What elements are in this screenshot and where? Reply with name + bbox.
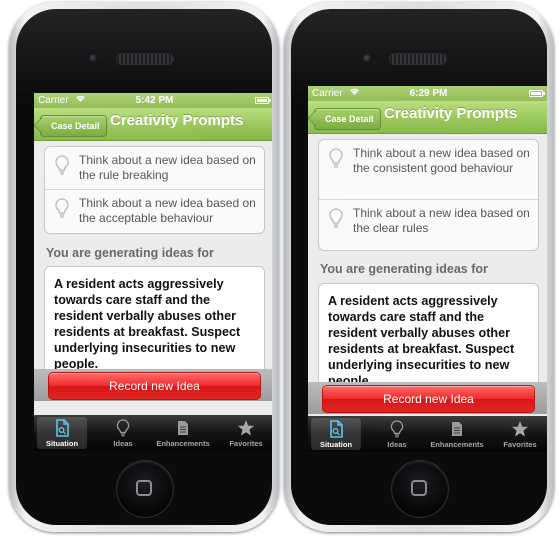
prompt-text: Think about a new idea based on the clea… <box>353 206 530 235</box>
page-title: Creativity Prompts <box>384 105 518 122</box>
prompt-list: Think about a new idea based on the cons… <box>318 139 539 251</box>
iphone-device-1: Carrier 5:42 PM Case Detail Creativity P… <box>9 2 279 532</box>
tab-situation[interactable]: Situation <box>311 418 361 450</box>
page-title: Creativity Prompts <box>110 112 244 129</box>
star-icon <box>511 420 529 438</box>
tab-label: Ideas <box>113 439 133 448</box>
home-button[interactable] <box>116 460 174 518</box>
tab-ideas[interactable]: Ideas <box>98 417 148 449</box>
status-time: 6:29 PM <box>409 88 448 99</box>
situation-description: A resident acts aggressively towards car… <box>44 266 265 386</box>
star-icon <box>237 419 255 437</box>
lightbulb-icon <box>55 198 69 220</box>
lightbulb-icon <box>114 419 132 437</box>
section-heading: You are generating ideas for <box>46 246 214 260</box>
tab-enhancements[interactable]: Enhancements <box>152 417 214 449</box>
tab-bar: Situation Ideas Enhancements Favorites <box>308 416 547 452</box>
phone-bezel: Carrier 5:42 PM Case Detail Creativity P… <box>16 9 272 525</box>
tab-label: Situation <box>319 440 353 449</box>
situation-description: A resident acts aggressively towards car… <box>318 283 539 393</box>
navigation-bar: Case Detail Creativity Prompts <box>34 108 272 141</box>
section-heading: You are generating ideas for <box>320 262 488 276</box>
back-button[interactable]: Case Detail <box>314 108 381 130</box>
front-camera <box>363 54 372 63</box>
back-button-label: Case Detail <box>325 114 374 124</box>
tab-label: Favorites <box>503 440 537 449</box>
tab-label: Situation <box>45 439 79 448</box>
tab-situation[interactable]: Situation <box>37 417 87 449</box>
home-square-icon <box>411 480 427 496</box>
prompt-text: Think about a new idea based on the cons… <box>353 146 530 175</box>
tab-label: Enhancements <box>156 439 210 448</box>
tab-enhancements[interactable]: Enhancements <box>426 418 488 450</box>
battery-icon <box>529 90 545 97</box>
prompt-item[interactable]: Think about a new idea based on the cons… <box>319 140 538 200</box>
earpiece-speaker <box>116 53 174 65</box>
iphone-device-2: Carrier 6:29 PM Case Detail Creativity P… <box>284 2 554 532</box>
document-icon <box>327 420 345 438</box>
record-new-idea-button[interactable]: Record new Idea <box>48 372 261 400</box>
page-icon <box>174 419 192 437</box>
tab-label: Enhancements <box>430 440 484 449</box>
record-new-idea-button[interactable]: Record new Idea <box>322 385 535 413</box>
document-icon <box>53 419 71 437</box>
lightbulb-icon <box>388 420 406 438</box>
earpiece-speaker <box>389 53 447 65</box>
front-camera <box>89 54 98 63</box>
tab-favorites[interactable]: Favorites <box>220 417 272 449</box>
prompt-item[interactable]: Think about a new idea based on the acce… <box>45 190 264 233</box>
home-square-icon <box>136 480 152 496</box>
prompt-list: Think about a new idea based on the rule… <box>44 146 265 234</box>
navigation-bar: Case Detail Creativity Prompts <box>308 101 547 134</box>
status-time: 5:42 PM <box>135 95 174 106</box>
battery-icon <box>255 97 271 104</box>
lightbulb-icon <box>329 148 343 170</box>
lightbulb-icon <box>329 208 343 230</box>
tab-label: Favorites <box>229 439 263 448</box>
prompt-text: Think about a new idea based on the acce… <box>79 196 256 225</box>
app-screen: Carrier 6:29 PM Case Detail Creativity P… <box>308 86 547 452</box>
app-screen: Carrier 5:42 PM Case Detail Creativity P… <box>34 93 272 451</box>
lightbulb-icon <box>55 155 69 177</box>
home-button[interactable] <box>391 460 449 518</box>
content-area: Think about a new idea based on the rule… <box>34 141 272 451</box>
back-button[interactable]: Case Detail <box>40 115 107 137</box>
prompt-item[interactable]: Think about a new idea based on the clea… <box>319 200 538 250</box>
phone-bezel: Carrier 6:29 PM Case Detail Creativity P… <box>291 9 547 525</box>
tab-bar: Situation Ideas Enhancements Favorites <box>34 415 272 451</box>
status-bar: Carrier 5:42 PM <box>34 93 272 108</box>
page-icon <box>448 420 466 438</box>
prompt-item[interactable]: Think about a new idea based on the rule… <box>45 147 264 190</box>
tab-favorites[interactable]: Favorites <box>494 418 546 450</box>
status-bar: Carrier 6:29 PM <box>308 86 547 101</box>
tab-ideas[interactable]: Ideas <box>372 418 422 450</box>
content-area: Think about a new idea based on the cons… <box>308 134 547 452</box>
prompt-text: Think about a new idea based on the rule… <box>79 153 256 182</box>
back-button-label: Case Detail <box>51 121 100 131</box>
tab-label: Ideas <box>387 440 407 449</box>
